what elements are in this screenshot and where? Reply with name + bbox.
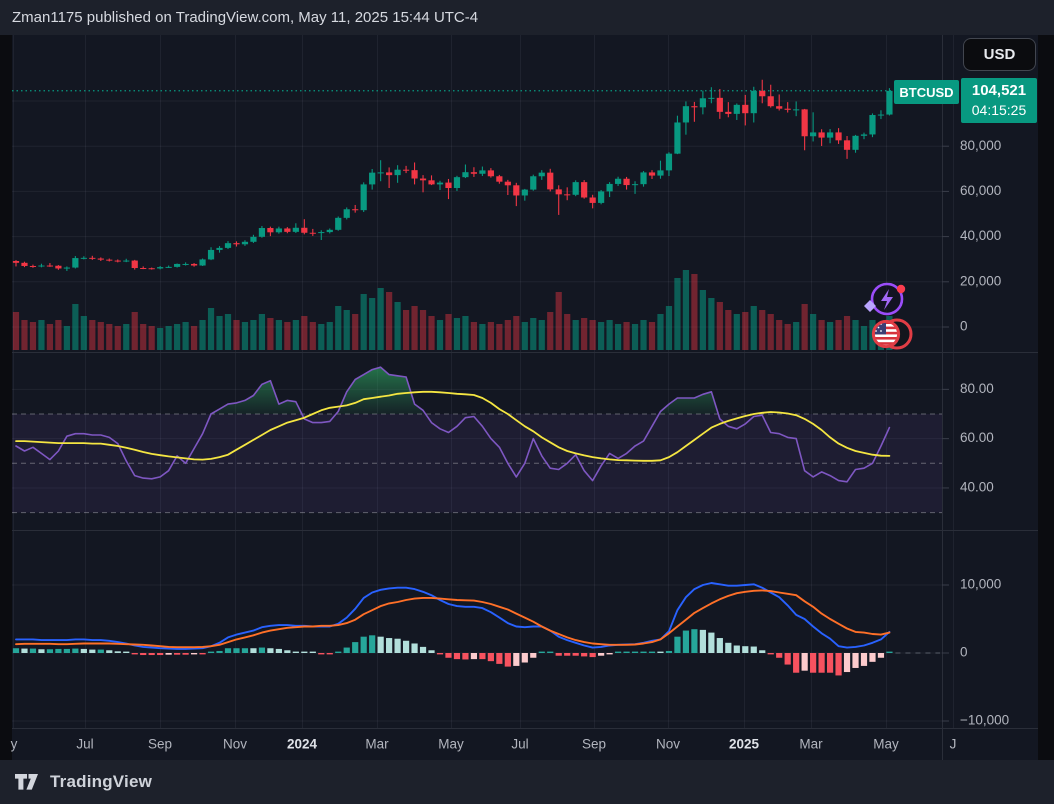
svg-text:y: y bbox=[11, 737, 18, 752]
svg-text:10,000: 10,000 bbox=[960, 577, 1001, 592]
svg-text:2024: 2024 bbox=[287, 737, 318, 752]
svg-text:Nov: Nov bbox=[223, 737, 247, 752]
svg-text:60,000: 60,000 bbox=[960, 183, 1001, 198]
last-price-value: 104,521 bbox=[972, 81, 1026, 101]
svg-text:J: J bbox=[950, 737, 957, 752]
svg-text:80,000: 80,000 bbox=[960, 138, 1001, 153]
svg-text:0: 0 bbox=[960, 319, 968, 334]
svg-text:Mar: Mar bbox=[365, 737, 389, 752]
last-price-label: 104,521 04:15:25 bbox=[961, 78, 1037, 123]
svg-text:Sep: Sep bbox=[148, 737, 172, 752]
svg-text:Jul: Jul bbox=[511, 737, 528, 752]
svg-text:Nov: Nov bbox=[656, 737, 680, 752]
us-flag-icon bbox=[872, 320, 900, 347]
bar-countdown: 04:15:25 bbox=[972, 101, 1027, 120]
svg-text:−10,000: −10,000 bbox=[960, 713, 1009, 728]
us-flag-badge bbox=[864, 316, 914, 353]
svg-text:20,000: 20,000 bbox=[960, 273, 1001, 288]
svg-text:May: May bbox=[438, 737, 464, 752]
symbol-tag: BTCUSD bbox=[894, 80, 959, 104]
currency-button[interactable]: USD bbox=[963, 38, 1036, 71]
footer-brand: TradingView bbox=[50, 772, 152, 792]
symbol-ticker: BTCUSD bbox=[899, 85, 953, 100]
tradingview-published-chart: Zman1175 published on TradingView.com, M… bbox=[0, 0, 1054, 804]
chart-canvas[interactable]: 80,000 60,000 40,000 20,000 0 80.00 60.00 40.00… bbox=[0, 0, 1054, 804]
svg-text:Jul: Jul bbox=[76, 737, 93, 752]
svg-text:60.00: 60.00 bbox=[960, 430, 994, 445]
svg-text:Sep: Sep bbox=[582, 737, 606, 752]
svg-text:Mar: Mar bbox=[799, 737, 823, 752]
tradingview-logo-icon bbox=[14, 772, 40, 792]
currency-button-label: USD bbox=[984, 46, 1016, 63]
svg-text:0: 0 bbox=[960, 645, 968, 660]
svg-text:2025: 2025 bbox=[729, 737, 760, 752]
svg-text:80.00: 80.00 bbox=[960, 381, 994, 396]
notification-dot-icon bbox=[897, 285, 905, 293]
svg-text:40,000: 40,000 bbox=[960, 228, 1001, 243]
svg-text:40.00: 40.00 bbox=[960, 480, 994, 495]
footer-bar: TradingView bbox=[0, 760, 1054, 804]
svg-text:May: May bbox=[873, 737, 899, 752]
